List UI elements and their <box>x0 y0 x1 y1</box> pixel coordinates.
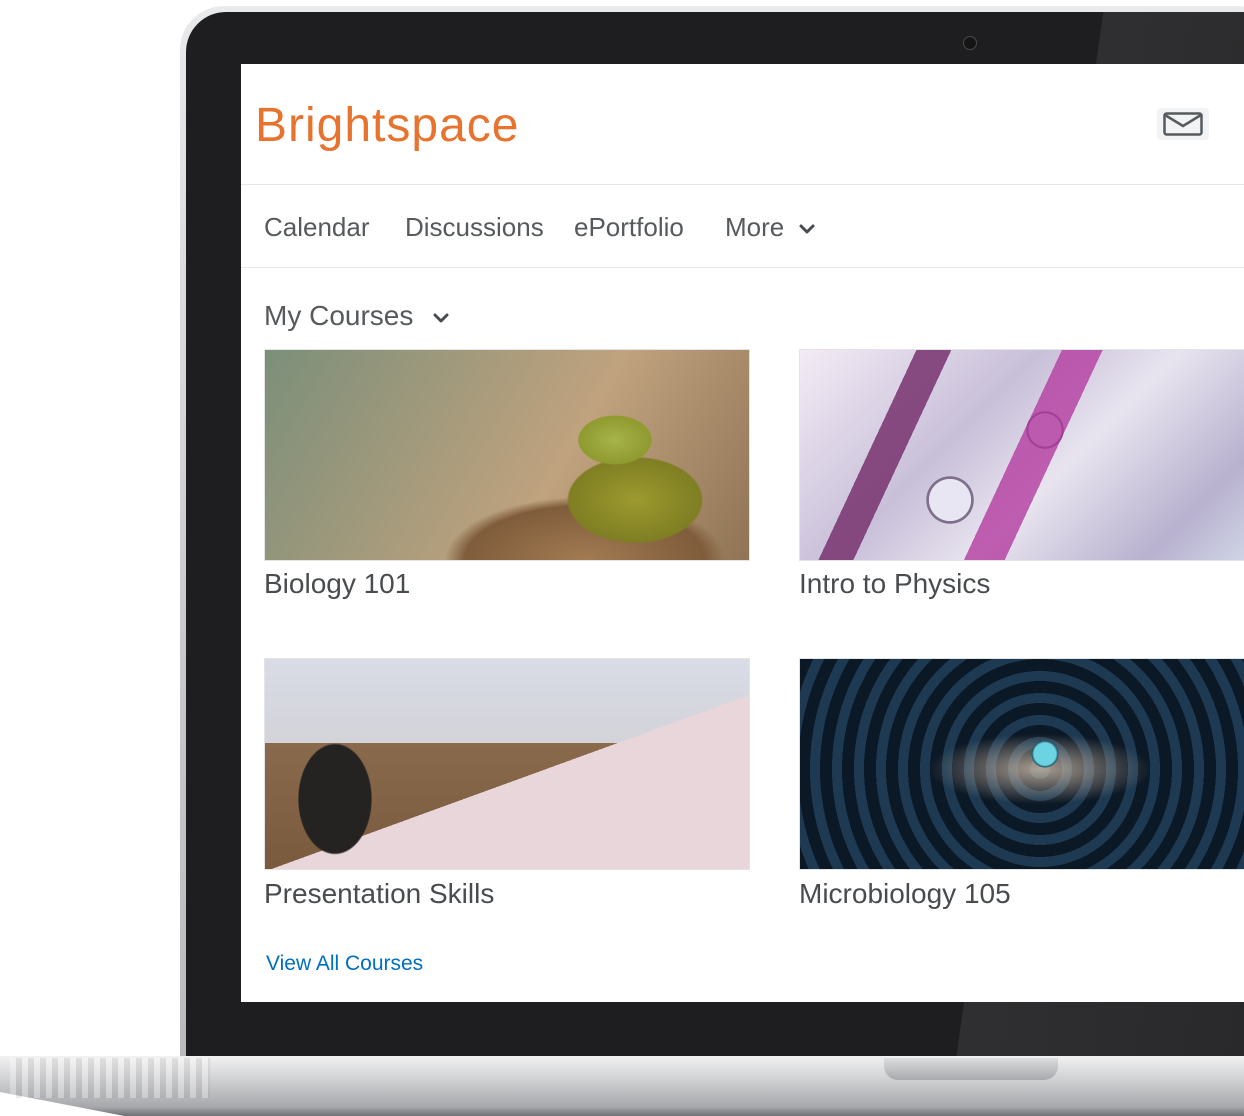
course-image-microbiology-105[interactable] <box>800 659 1244 869</box>
view-all-courses-link[interactable]: View All Courses <box>266 952 423 976</box>
course-image-biology-101[interactable] <box>265 350 749 560</box>
nav-item-discussions[interactable]: Discussions <box>405 212 544 243</box>
camera-icon <box>963 36 977 50</box>
nav-bar: Calendar Discussions ePortfolio More <box>241 185 1244 268</box>
my-courses-heading: My Courses <box>264 300 414 331</box>
nav-item-eportfolio[interactable]: ePortfolio <box>574 212 684 243</box>
laptop-notch <box>884 1058 1058 1080</box>
screen: Brightspace Calendar Discussions ePortfo… <box>241 64 1244 1002</box>
message-alerts-button[interactable] <box>1157 108 1209 140</box>
nav-item-more[interactable]: More <box>725 212 815 243</box>
brightspace-logo[interactable]: Brightspace <box>255 98 519 153</box>
course-image-presentation-skills[interactable] <box>265 659 749 869</box>
course-image-intro-to-physics[interactable] <box>800 350 1244 560</box>
course-title-microbiology-105[interactable]: Microbiology 105 <box>799 878 1011 910</box>
mail-icon <box>1163 112 1203 136</box>
course-title-presentation-skills[interactable]: Presentation Skills <box>264 878 494 910</box>
laptop-base-detail <box>10 1058 210 1098</box>
top-header: Brightspace <box>241 64 1244 185</box>
course-title-biology-101[interactable]: Biology 101 <box>264 568 410 600</box>
nav-item-more-label: More <box>725 212 785 242</box>
course-title-intro-to-physics[interactable]: Intro to Physics <box>799 568 990 600</box>
my-courses-dropdown[interactable]: My Courses <box>264 300 449 332</box>
chevron-down-icon <box>799 224 815 234</box>
chevron-down-icon <box>433 313 449 323</box>
nav-item-calendar[interactable]: Calendar <box>264 212 370 243</box>
